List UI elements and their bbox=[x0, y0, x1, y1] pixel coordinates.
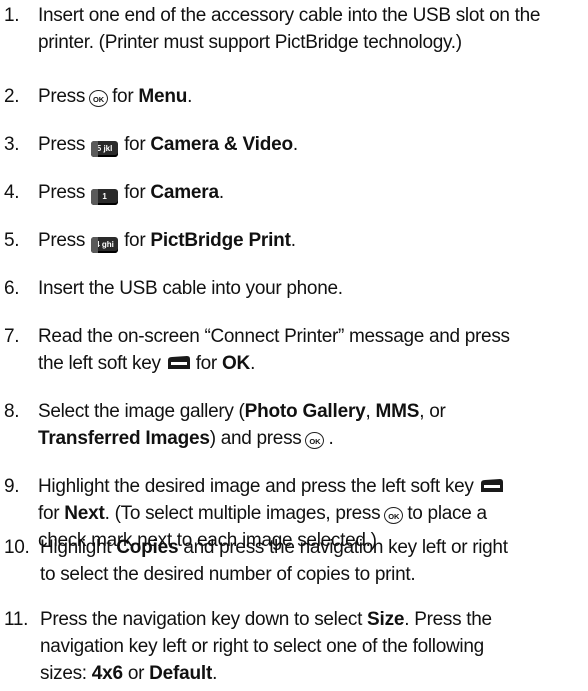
step-number: 5. bbox=[4, 230, 20, 251]
left-soft-key-icon bbox=[480, 479, 503, 492]
instruction-page: 1. Insert one end of the accessory cable… bbox=[0, 0, 588, 691]
step-text: Press the navigation key down to select … bbox=[40, 609, 492, 684]
ok-key-icon: OK bbox=[305, 432, 325, 449]
ok-key-icon: OK bbox=[89, 90, 109, 107]
key-5-icon: 5 jkl bbox=[91, 141, 119, 157]
step-number: 2. bbox=[4, 86, 20, 107]
step-number: 1. bbox=[4, 5, 20, 26]
step-text: Insert the USB cable into your phone. bbox=[38, 278, 343, 299]
step-number: 8. bbox=[4, 401, 20, 422]
ok-key-icon: OK bbox=[384, 507, 404, 524]
step-number: 4. bbox=[4, 182, 20, 203]
step-text: Press OK for Menu. bbox=[38, 86, 193, 107]
step-text: Press 5 jkl for Camera & Video. bbox=[38, 134, 298, 157]
left-soft-key-icon bbox=[167, 356, 190, 369]
step-number: 3. bbox=[4, 134, 20, 155]
step-text: Insert one end of the accessory cable in… bbox=[38, 5, 541, 53]
step-number: 11. bbox=[4, 609, 29, 630]
step-text: Highlight Copies and press the navigatio… bbox=[40, 537, 508, 585]
step-number: 7. bbox=[4, 326, 20, 347]
step-text: Press 4 ghi for PictBridge Print. bbox=[38, 230, 296, 253]
step-number: 6. bbox=[4, 278, 20, 299]
step-text: Read the on-screen “Connect Printer” mes… bbox=[38, 326, 510, 374]
key-4-icon: 4 ghi bbox=[91, 237, 119, 253]
key-1-icon: 1 bbox=[91, 189, 119, 205]
step-text: Press 1 for Camera. bbox=[38, 182, 224, 205]
step-text: Select the image gallery (Photo Gallery,… bbox=[38, 401, 446, 449]
step-number: 9. bbox=[4, 476, 20, 497]
step-number: 10. bbox=[4, 537, 30, 558]
